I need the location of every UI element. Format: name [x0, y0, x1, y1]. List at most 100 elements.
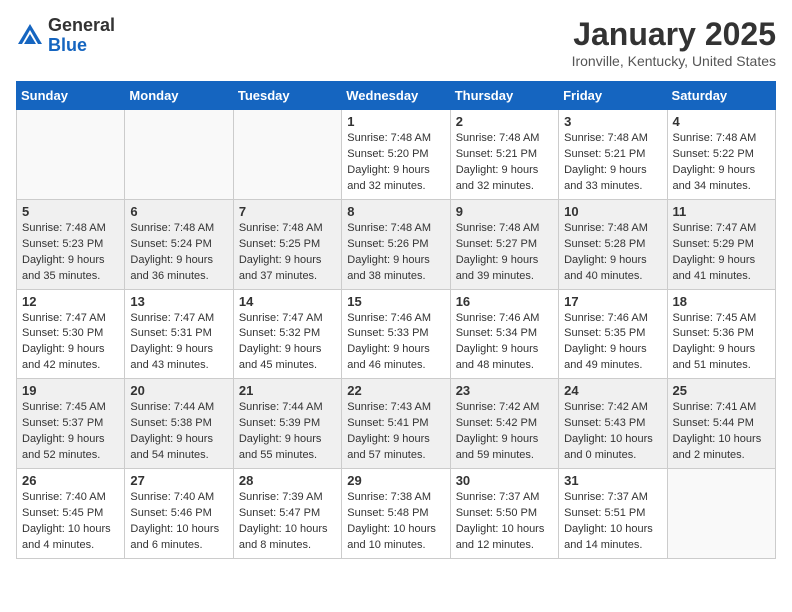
calendar-cell: 30Sunrise: 7:37 AM Sunset: 5:50 PM Dayli…: [450, 469, 558, 559]
day-number: 26: [22, 473, 119, 488]
day-header-saturday: Saturday: [667, 82, 775, 110]
logo-general-text: General: [48, 15, 115, 35]
day-header-sunday: Sunday: [17, 82, 125, 110]
calendar-cell: 15 Sunrise: 7:46 AM Sunset: 5:33 PM Dayli…: [342, 289, 450, 379]
day-info: Sunrise: 7:43 AM Sunset: 5:41 PM Dayligh…: [347, 400, 444, 464]
day-info: Sunrise: 7:40 AM Sunset: 5:45 PM Dayligh…: [22, 490, 119, 554]
calendar-cell: 9Sunrise: 7:48 AM Sunset: 5:27 PM Daylig…: [450, 199, 558, 289]
day-number: 1: [347, 114, 444, 129]
calendar-cell: 16 Sunrise: 7:46 AM Sunset: 5:34 PM Dayli…: [450, 289, 558, 379]
calendar-cell: [17, 110, 125, 200]
calendar-cell: 4 Sunrise: 7:48 AM Sunset: 5:22 PM Daylig…: [667, 110, 775, 200]
day-number: 7: [239, 204, 336, 219]
logo-blue-text: Blue: [48, 35, 87, 55]
day-info: Sunrise: 7:46 AM Sunset: 5:35 PM Dayligh…: [564, 311, 661, 375]
day-number: 4: [673, 114, 770, 129]
calendar-cell: 6Sunrise: 7:48 AM Sunset: 5:24 PM Daylig…: [125, 199, 233, 289]
day-number: 28: [239, 473, 336, 488]
day-number: 3: [564, 114, 661, 129]
calendar-cell: 8 Sunrise: 7:48 AM Sunset: 5:26 PM Daylig…: [342, 199, 450, 289]
day-info: Sunrise: 7:48 AM Sunset: 5:20 PM Dayligh…: [347, 131, 444, 195]
calendar-week-row: 5Sunrise: 7:48 AM Sunset: 5:23 PM Daylig…: [17, 199, 776, 289]
calendar-cell: 17 Sunrise: 7:46 AM Sunset: 5:35 PM Dayli…: [559, 289, 667, 379]
calendar-table: SundayMondayTuesdayWednesdayThursdayFrid…: [16, 81, 776, 559]
calendar-week-row: 12 Sunrise: 7:47 AM Sunset: 5:30 PM Dayli…: [17, 289, 776, 379]
day-number: 25: [673, 383, 770, 398]
calendar-cell: [125, 110, 233, 200]
calendar-cell: 29Sunrise: 7:38 AM Sunset: 5:48 PM Dayli…: [342, 469, 450, 559]
calendar-cell: 25Sunrise: 7:41 AM Sunset: 5:44 PM Dayli…: [667, 379, 775, 469]
calendar-cell: 23 Sunrise: 7:42 AM Sunset: 5:42 PM Dayli…: [450, 379, 558, 469]
day-number: 18: [673, 294, 770, 309]
day-number: 17: [564, 294, 661, 309]
day-info: Sunrise: 7:48 AM Sunset: 5:21 PM Dayligh…: [456, 131, 553, 195]
logo-icon: [16, 22, 44, 50]
day-info: Sunrise: 7:48 AM Sunset: 5:22 PM Dayligh…: [673, 131, 770, 195]
calendar-cell: 2 Sunrise: 7:48 AM Sunset: 5:21 PM Daylig…: [450, 110, 558, 200]
day-header-thursday: Thursday: [450, 82, 558, 110]
logo-text: General Blue: [48, 16, 115, 56]
day-number: 9: [456, 204, 553, 219]
day-info: Sunrise: 7:48 AM Sunset: 5:25 PM Dayligh…: [239, 221, 336, 285]
day-number: 31: [564, 473, 661, 488]
calendar-cell: 1 Sunrise: 7:48 AM Sunset: 5:20 PM Daylig…: [342, 110, 450, 200]
day-number: 14: [239, 294, 336, 309]
day-header-monday: Monday: [125, 82, 233, 110]
calendar-week-row: 1 Sunrise: 7:48 AM Sunset: 5:20 PM Daylig…: [17, 110, 776, 200]
calendar-cell: [667, 469, 775, 559]
calendar-cell: 28 Sunrise: 7:39 AM Sunset: 5:47 PM Dayli…: [233, 469, 341, 559]
calendar-cell: 26 Sunrise: 7:40 AM Sunset: 5:45 PM Dayli…: [17, 469, 125, 559]
day-info: Sunrise: 7:45 AM Sunset: 5:36 PM Dayligh…: [673, 311, 770, 375]
month-title: January 2025: [572, 16, 776, 53]
day-number: 15: [347, 294, 444, 309]
calendar-cell: 27Sunrise: 7:40 AM Sunset: 5:46 PM Dayli…: [125, 469, 233, 559]
day-info: Sunrise: 7:47 AM Sunset: 5:30 PM Dayligh…: [22, 311, 119, 375]
day-number: 13: [130, 294, 227, 309]
day-number: 16: [456, 294, 553, 309]
calendar-cell: 19 Sunrise: 7:45 AM Sunset: 5:37 PM Dayli…: [17, 379, 125, 469]
calendar-week-row: 26 Sunrise: 7:40 AM Sunset: 5:45 PM Dayli…: [17, 469, 776, 559]
day-info: Sunrise: 7:44 AM Sunset: 5:39 PM Dayligh…: [239, 400, 336, 464]
location-text: Ironville, Kentucky, United States: [572, 53, 776, 69]
day-info: Sunrise: 7:47 AM Sunset: 5:31 PM Dayligh…: [130, 311, 227, 375]
calendar-cell: 11 Sunrise: 7:47 AM Sunset: 5:29 PM Dayli…: [667, 199, 775, 289]
calendar-cell: 31 Sunrise: 7:37 AM Sunset: 5:51 PM Dayli…: [559, 469, 667, 559]
day-info: Sunrise: 7:42 AM Sunset: 5:42 PM Dayligh…: [456, 400, 553, 464]
day-number: 12: [22, 294, 119, 309]
day-number: 23: [456, 383, 553, 398]
day-number: 2: [456, 114, 553, 129]
day-info: Sunrise: 7:48 AM Sunset: 5:21 PM Dayligh…: [564, 131, 661, 195]
day-number: 21: [239, 383, 336, 398]
day-number: 19: [22, 383, 119, 398]
day-header-wednesday: Wednesday: [342, 82, 450, 110]
day-info: Sunrise: 7:46 AM Sunset: 5:33 PM Dayligh…: [347, 311, 444, 375]
calendar-header-row: SundayMondayTuesdayWednesdayThursdayFrid…: [17, 82, 776, 110]
page-header: General Blue January 2025 Ironville, Ken…: [16, 16, 776, 69]
day-number: 27: [130, 473, 227, 488]
day-info: Sunrise: 7:47 AM Sunset: 5:32 PM Dayligh…: [239, 311, 336, 375]
day-info: Sunrise: 7:48 AM Sunset: 5:26 PM Dayligh…: [347, 221, 444, 285]
day-number: 29: [347, 473, 444, 488]
calendar-cell: 13 Sunrise: 7:47 AM Sunset: 5:31 PM Dayli…: [125, 289, 233, 379]
calendar-cell: 21 Sunrise: 7:44 AM Sunset: 5:39 PM Dayli…: [233, 379, 341, 469]
calendar-cell: 7 Sunrise: 7:48 AM Sunset: 5:25 PM Daylig…: [233, 199, 341, 289]
day-info: Sunrise: 7:37 AM Sunset: 5:51 PM Dayligh…: [564, 490, 661, 554]
day-number: 10: [564, 204, 661, 219]
day-number: 11: [673, 204, 770, 219]
calendar-cell: 3 Sunrise: 7:48 AM Sunset: 5:21 PM Daylig…: [559, 110, 667, 200]
day-header-tuesday: Tuesday: [233, 82, 341, 110]
calendar-cell: 24Sunrise: 7:42 AM Sunset: 5:43 PM Dayli…: [559, 379, 667, 469]
day-info: Sunrise: 7:45 AM Sunset: 5:37 PM Dayligh…: [22, 400, 119, 464]
day-info: Sunrise: 7:44 AM Sunset: 5:38 PM Dayligh…: [130, 400, 227, 464]
day-info: Sunrise: 7:39 AM Sunset: 5:47 PM Dayligh…: [239, 490, 336, 554]
calendar-cell: 14 Sunrise: 7:47 AM Sunset: 5:32 PM Dayli…: [233, 289, 341, 379]
calendar-cell: 5Sunrise: 7:48 AM Sunset: 5:23 PM Daylig…: [17, 199, 125, 289]
day-info: Sunrise: 7:46 AM Sunset: 5:34 PM Dayligh…: [456, 311, 553, 375]
calendar-cell: 20Sunrise: 7:44 AM Sunset: 5:38 PM Dayli…: [125, 379, 233, 469]
day-number: 8: [347, 204, 444, 219]
day-info: Sunrise: 7:48 AM Sunset: 5:23 PM Dayligh…: [22, 221, 119, 285]
calendar-cell: 12 Sunrise: 7:47 AM Sunset: 5:30 PM Dayli…: [17, 289, 125, 379]
day-info: Sunrise: 7:47 AM Sunset: 5:29 PM Dayligh…: [673, 221, 770, 285]
calendar-week-row: 19 Sunrise: 7:45 AM Sunset: 5:37 PM Dayli…: [17, 379, 776, 469]
calendar-cell: 10Sunrise: 7:48 AM Sunset: 5:28 PM Dayli…: [559, 199, 667, 289]
